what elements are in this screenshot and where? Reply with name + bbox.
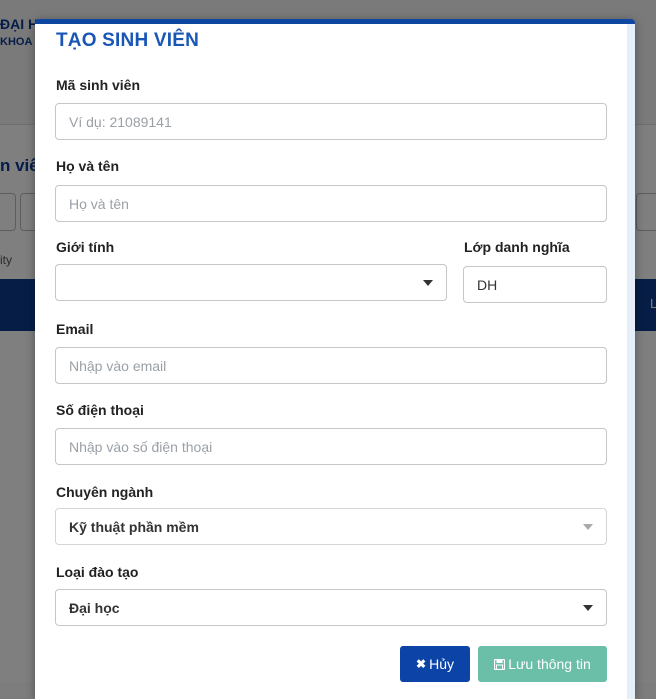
- cancel-button-label: Hủy: [429, 656, 454, 672]
- phone-label: Số điện thoại: [56, 402, 144, 418]
- nominal-class-input[interactable]: [464, 267, 606, 302]
- full-name-input[interactable]: [56, 186, 606, 221]
- save-button-label: Lưu thông tin: [508, 656, 591, 672]
- gender-label: Giới tính: [56, 239, 115, 255]
- caret-down-icon: [583, 605, 593, 611]
- modal-scrollbar[interactable]: [627, 24, 635, 699]
- cancel-button[interactable]: ✖ Hủy: [400, 646, 470, 682]
- training-type-label: Loại đào tạo: [56, 564, 139, 580]
- student-id-label: Mã sinh viên: [56, 77, 141, 93]
- student-id-input[interactable]: [56, 104, 606, 139]
- full-name-field: [55, 185, 607, 222]
- nominal-class-field: [463, 266, 607, 303]
- save-button[interactable]: Lưu thông tin: [478, 646, 607, 682]
- phone-input[interactable]: [56, 429, 606, 464]
- nominal-class-label: Lớp danh nghĩa: [464, 239, 570, 255]
- email-field: [55, 347, 607, 384]
- training-type-select[interactable]: Đại học: [55, 589, 607, 626]
- phone-field: [55, 428, 607, 465]
- email-input[interactable]: [56, 348, 606, 383]
- major-label: Chuyên ngành: [56, 484, 154, 500]
- save-icon: [494, 658, 506, 670]
- major-select[interactable]: Kỹ thuật phần mềm: [55, 508, 607, 545]
- student-id-field: [55, 103, 607, 140]
- caret-down-icon: [583, 524, 593, 530]
- close-icon: ✖: [416, 657, 427, 671]
- modal-title: TẠO SINH VIÊN: [56, 30, 200, 51]
- full-name-label: Họ và tên: [56, 158, 120, 174]
- gender-select[interactable]: [55, 264, 447, 301]
- major-selected-value: Kỹ thuật phần mềm: [69, 519, 199, 535]
- training-type-selected-value: Đại học: [69, 600, 120, 616]
- create-student-modal: TẠO SINH VIÊN Mã sinh viên Họ và tên Giớ…: [35, 19, 635, 699]
- caret-down-icon: [423, 280, 433, 286]
- email-label: Email: [56, 321, 94, 337]
